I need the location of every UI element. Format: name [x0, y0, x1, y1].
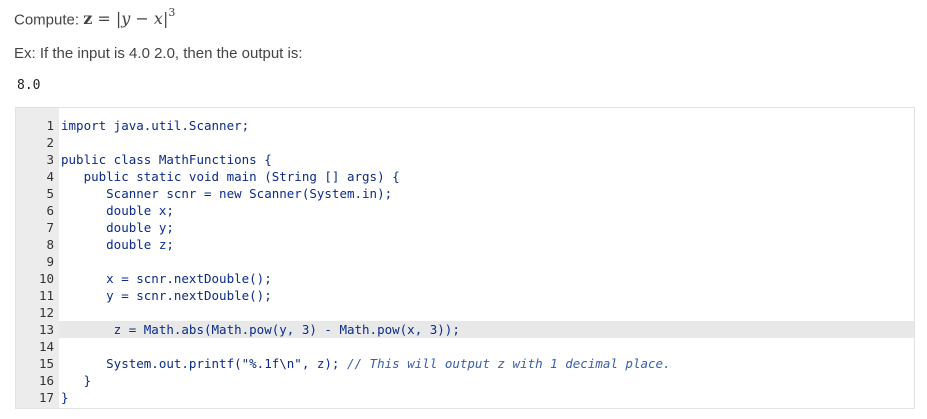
code-line[interactable]: 4 public static void main (String [] arg… — [16, 168, 914, 185]
code-text[interactable]: z = Math.abs(Math.pow(y, 3) - Math.pow(x… — [61, 321, 460, 338]
code-text-main[interactable]: y = scnr.nextDouble(); — [61, 288, 272, 303]
formula-exponent: 3 — [168, 6, 176, 19]
formula-expr: y − x — [121, 9, 163, 29]
code-line[interactable]: 9 — [16, 253, 914, 270]
code-line[interactable]: 3 public class MathFunctions { — [16, 151, 914, 168]
code-comment[interactable]: // This will output z with 1 decimal pla… — [347, 356, 671, 371]
code-line[interactable]: 10 x = scnr.nextDouble(); — [16, 270, 914, 287]
code-text[interactable]: import java.util.Scanner; — [61, 117, 249, 134]
code-line[interactable]: 14 — [16, 338, 914, 355]
code-text[interactable]: public class MathFunctions { — [61, 151, 272, 168]
line-number: 11 — [38, 288, 54, 303]
code-text-main[interactable]: } — [61, 373, 92, 388]
formula: z = |y − x|3 — [83, 6, 176, 29]
code-text-main[interactable]: } — [61, 390, 69, 405]
code-text[interactable]: System.out.printf("%.1f\n", z); // This … — [61, 355, 671, 372]
code-text[interactable]: } — [61, 389, 69, 406]
line-number: 6 — [46, 203, 54, 218]
line-number: 12 — [38, 305, 54, 320]
line-number: 8 — [46, 237, 54, 252]
line-number: 17 — [38, 390, 54, 405]
line-number: 1 — [46, 118, 54, 133]
formula-lhs: z — [83, 9, 93, 29]
line-number: 2 — [46, 135, 54, 150]
code-text-main[interactable]: double y; — [61, 220, 174, 235]
problem-prompt: Compute: z = |y − x|3 — [14, 6, 176, 29]
code-text-main[interactable]: System.out.printf("%.1f\n", z); — [61, 356, 347, 371]
code-editor[interactable]: 1 import java.util.Scanner; 2 3 public class… — [15, 107, 915, 409]
code-text-main[interactable]: import java.util.Scanner; — [61, 118, 249, 133]
code-text-main[interactable]: Scanner scnr = new Scanner(System.in); — [61, 186, 392, 201]
line-number: 7 — [46, 220, 54, 235]
code-line[interactable]: 7 double y; — [16, 219, 914, 236]
line-number: 3 — [46, 152, 54, 167]
line-number: 15 — [38, 356, 54, 371]
line-number: 5 — [46, 186, 54, 201]
code-text[interactable]: y = scnr.nextDouble(); — [61, 287, 272, 304]
code-text-main[interactable]: public class MathFunctions { — [61, 152, 272, 167]
line-number: 10 — [38, 271, 54, 286]
code-text-main[interactable]: z = Math.abs(Math.pow(y, 3) - Math.pow(x… — [61, 322, 460, 337]
code-line[interactable]: 16 } — [16, 372, 914, 389]
code-line[interactable]: 6 double x; — [16, 202, 914, 219]
code-line[interactable]: 15 System.out.printf("%.1f\n", z); // Th… — [16, 355, 914, 372]
code-line[interactable]: 13 z = Math.abs(Math.pow(y, 3) - Math.po… — [16, 321, 914, 338]
line-number: 13 — [38, 322, 54, 337]
code-line[interactable]: 17} — [16, 389, 914, 406]
code-line[interactable]: 5 Scanner scnr = new Scanner(System.in); — [16, 185, 914, 202]
code-line[interactable]: 2 — [16, 134, 914, 151]
line-number: 14 — [38, 339, 54, 354]
code-line[interactable]: 11 y = scnr.nextDouble(); — [16, 287, 914, 304]
code-text-main[interactable]: double z; — [61, 237, 174, 252]
example-output: 8.0 — [17, 78, 41, 93]
code-text-main[interactable]: public static void main (String [] args)… — [61, 169, 400, 184]
line-number: 9 — [46, 254, 54, 269]
code-text[interactable]: public static void main (String [] args)… — [61, 168, 400, 185]
code-text-main[interactable]: double x; — [61, 203, 174, 218]
code-text[interactable]: double x; — [61, 202, 174, 219]
code-lines[interactable]: 1 import java.util.Scanner; 2 3 public class… — [16, 117, 914, 406]
prompt-label: Compute: — [14, 11, 80, 29]
code-line[interactable]: 8 double z; — [16, 236, 914, 253]
code-text[interactable]: } — [61, 372, 92, 389]
code-text[interactable]: double y; — [61, 219, 174, 236]
code-text[interactable]: Scanner scnr = new Scanner(System.in); — [61, 185, 392, 202]
line-number: 4 — [46, 169, 54, 184]
code-text-main[interactable]: x = scnr.nextDouble(); — [61, 271, 272, 286]
line-number: 16 — [38, 373, 54, 388]
code-text[interactable]: double z; — [61, 236, 174, 253]
formula-equals: = — [97, 9, 111, 29]
code-line[interactable]: 12 — [16, 304, 914, 321]
code-text[interactable]: x = scnr.nextDouble(); — [61, 270, 272, 287]
example-text: Ex: If the input is 4.0 2.0, then the ou… — [14, 45, 303, 62]
code-line[interactable]: 1 import java.util.Scanner; — [16, 117, 914, 134]
